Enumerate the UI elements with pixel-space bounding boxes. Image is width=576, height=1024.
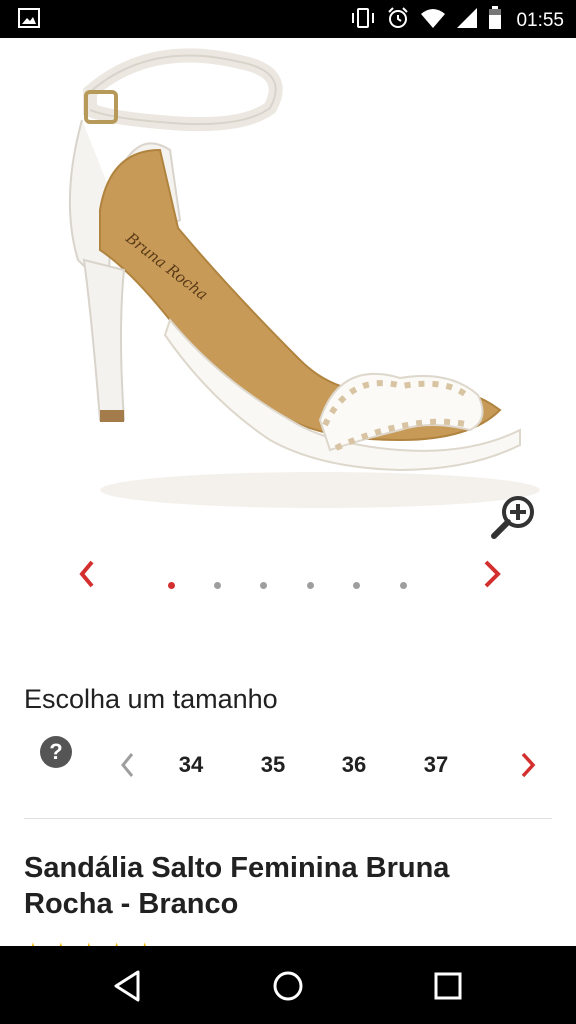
navigation-bar xyxy=(0,946,576,1024)
clock: 01:55 xyxy=(516,9,564,31)
status-bar: 01:55 xyxy=(0,0,576,38)
vibrate-icon xyxy=(350,7,376,34)
divider xyxy=(24,818,552,819)
gallery-dot[interactable] xyxy=(400,582,407,589)
home-button[interactable] xyxy=(268,966,308,1006)
back-triangle-icon xyxy=(114,970,140,1002)
size-option-34[interactable]: 34 xyxy=(166,752,216,778)
gallery-dot[interactable] xyxy=(168,582,175,589)
zoom-in-icon[interactable] xyxy=(488,492,540,544)
recents-square-icon xyxy=(434,972,462,1000)
signal-icon xyxy=(456,7,478,34)
recents-button[interactable] xyxy=(428,966,468,1006)
gallery-dot[interactable] xyxy=(307,582,314,589)
size-prev-button[interactable] xyxy=(116,750,140,780)
size-next-button[interactable] xyxy=(516,750,540,780)
size-chooser-title: Escolha um tamanho xyxy=(24,684,278,714)
gallery-dot[interactable] xyxy=(353,582,360,589)
product-image[interactable]: Bruna Rocha xyxy=(0,38,576,558)
size-option-36[interactable]: 36 xyxy=(329,752,379,778)
gallery-dot[interactable] xyxy=(260,582,267,589)
size-option-37[interactable]: 37 xyxy=(411,752,461,778)
chevron-left-icon xyxy=(121,753,134,777)
chevron-right-icon xyxy=(521,752,536,778)
size-help-icon[interactable]: ? xyxy=(40,736,72,768)
battery-icon xyxy=(488,6,502,35)
gallery-dot[interactable] xyxy=(214,582,221,589)
wifi-icon xyxy=(420,7,446,34)
product-title: Sandália Salto Feminina Bruna Rocha - Br… xyxy=(24,852,450,920)
back-button[interactable] xyxy=(108,966,148,1006)
home-circle-icon xyxy=(273,971,303,1001)
alarm-icon xyxy=(386,6,410,35)
gallery-pagination xyxy=(0,582,576,594)
image-notification-icon xyxy=(18,8,40,33)
size-option-35[interactable]: 35 xyxy=(248,752,298,778)
